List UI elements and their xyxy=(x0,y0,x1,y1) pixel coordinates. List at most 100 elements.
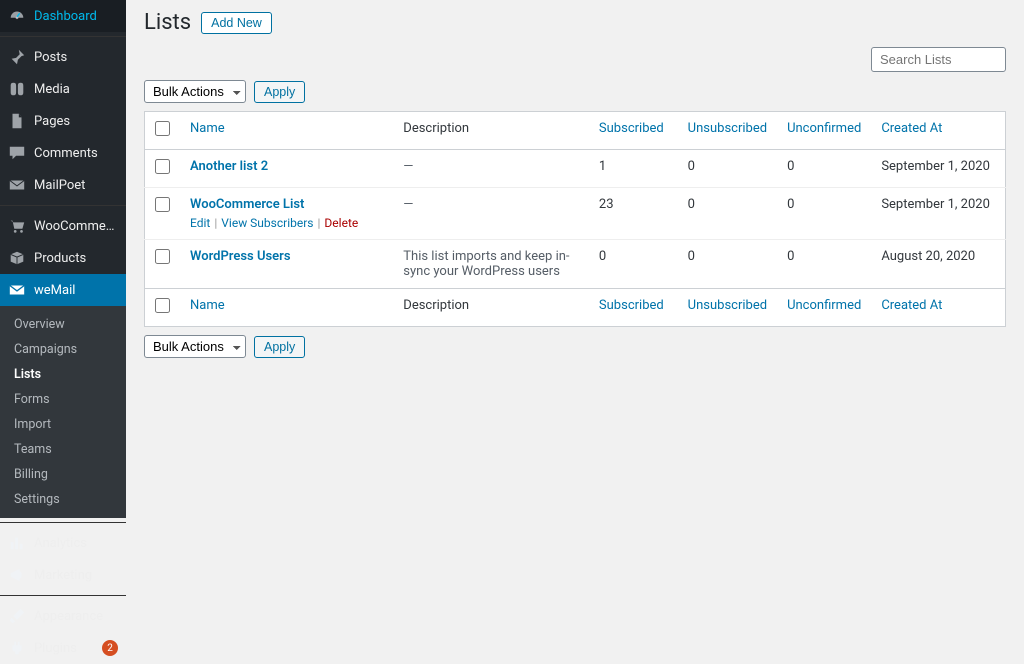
sidebar-item-comments[interactable]: Comments xyxy=(0,137,126,169)
cell-subscribed: 0 xyxy=(589,240,678,289)
col-subscribed[interactable]: Subscribed xyxy=(599,121,664,136)
cell-unsubscribed: 0 xyxy=(678,240,777,289)
cart-icon xyxy=(8,217,26,235)
sidebar-item-label: Comments xyxy=(34,146,118,161)
submenu-item-campaigns[interactable]: Campaigns xyxy=(0,337,126,362)
sidebar-item-wemail[interactable]: weMail xyxy=(0,274,126,306)
col-description-foot: Description xyxy=(403,298,469,313)
submenu-item-overview[interactable]: Overview xyxy=(0,312,126,337)
sidebar-item-label: Dashboard xyxy=(34,9,118,24)
submenu-item-teams[interactable]: Teams xyxy=(0,437,126,462)
plug-icon xyxy=(8,639,26,657)
sidebar-item-marketing[interactable]: Marketing xyxy=(0,559,126,591)
cell-description: This list imports and keep in-sync your … xyxy=(393,240,589,289)
row-checkbox[interactable] xyxy=(155,159,170,174)
cell-description: — xyxy=(393,150,589,188)
sidebar-item-products[interactable]: Products xyxy=(0,242,126,274)
row-view-subscribers[interactable]: View Subscribers xyxy=(221,216,313,230)
col-subscribed-foot[interactable]: Subscribed xyxy=(599,298,664,313)
apply-button-bottom[interactable]: Apply xyxy=(254,336,305,358)
sidebar-item-appearance[interactable]: Appearance xyxy=(0,600,126,632)
row-delete[interactable]: Delete xyxy=(324,216,358,230)
pin-icon xyxy=(8,48,26,66)
add-new-button[interactable]: Add New xyxy=(201,12,272,34)
cell-subscribed: 1 xyxy=(589,150,678,188)
col-unsubscribed[interactable]: Unsubscribed xyxy=(688,121,767,136)
sidebar-item-media[interactable]: Media xyxy=(0,73,126,105)
row-actions: Edit|View Subscribers|Delete xyxy=(190,216,383,230)
sidebar-item-label: Appearance xyxy=(34,609,118,624)
sidebar-item-label: weMail xyxy=(34,283,118,298)
sidebar-item-label: Plugins xyxy=(34,641,90,656)
mega-icon xyxy=(8,566,26,584)
chart-icon xyxy=(8,534,26,552)
sidebar-item-label: Analytics xyxy=(34,536,118,551)
cell-created: September 1, 2020 xyxy=(871,188,1005,240)
submenu-item-forms[interactable]: Forms xyxy=(0,387,126,412)
row-title-link[interactable]: WordPress Users xyxy=(190,249,291,264)
main-content: Lists Add New Bulk Actions Apply Name De… xyxy=(126,0,1024,515)
row-title-link[interactable]: Another list 2 xyxy=(190,159,268,174)
col-description: Description xyxy=(403,121,469,136)
brush-icon xyxy=(8,607,26,625)
sidebar-item-analytics[interactable]: Analytics xyxy=(0,527,126,559)
mail-icon xyxy=(8,176,26,194)
row-checkbox[interactable] xyxy=(155,249,170,264)
cell-description: — xyxy=(393,188,589,240)
cell-unconfirmed: 0 xyxy=(777,240,871,289)
apply-button-top[interactable]: Apply xyxy=(254,81,305,103)
sidebar-item-label: Posts xyxy=(34,50,118,65)
col-created[interactable]: Created At xyxy=(881,121,942,136)
search-input[interactable] xyxy=(871,47,1006,72)
media-icon xyxy=(8,80,26,98)
cell-unconfirmed: 0 xyxy=(777,188,871,240)
sidebar-item-plugins[interactable]: Plugins 2 xyxy=(0,632,126,664)
table-row: Another list 2—100September 1, 2020 xyxy=(145,150,1006,188)
col-name[interactable]: Name xyxy=(190,121,225,136)
envelope-icon xyxy=(8,281,26,299)
cell-created: August 20, 2020 xyxy=(871,240,1005,289)
update-badge: 2 xyxy=(102,640,118,656)
cell-created: September 1, 2020 xyxy=(871,150,1005,188)
table-row: WordPress Users This list imports and kee… xyxy=(145,240,1006,289)
page-title: Lists xyxy=(144,10,191,35)
bulk-actions-select-top[interactable]: Bulk Actions xyxy=(144,80,246,103)
bulk-actions-select-bottom[interactable]: Bulk Actions xyxy=(144,335,246,358)
sidebar-item-label: Marketing xyxy=(34,568,118,583)
submenu-item-settings[interactable]: Settings xyxy=(0,487,126,512)
col-unconfirmed-foot[interactable]: Unconfirmed xyxy=(787,298,861,313)
cell-unconfirmed: 0 xyxy=(777,150,871,188)
lists-table: Name Description Subscribed Unsubscribed… xyxy=(144,111,1006,327)
select-all-bottom[interactable] xyxy=(155,298,170,313)
submenu-item-lists[interactable]: Lists xyxy=(0,362,126,387)
col-created-foot[interactable]: Created At xyxy=(881,298,942,313)
sidebar-item-posts[interactable]: Posts xyxy=(0,41,126,73)
cell-unsubscribed: 0 xyxy=(678,188,777,240)
sidebar-item-label: Products xyxy=(34,251,118,266)
submenu-item-billing[interactable]: Billing xyxy=(0,462,126,487)
cell-unsubscribed: 0 xyxy=(678,150,777,188)
col-unsubscribed-foot[interactable]: Unsubscribed xyxy=(688,298,767,313)
page-icon xyxy=(8,112,26,130)
sidebar-item-label: MailPoet xyxy=(34,178,118,193)
sidebar-item-label: Media xyxy=(34,82,118,97)
sidebar-item-label: WooCommerce xyxy=(34,219,118,234)
sidebar-item-dashboard[interactable]: Dashboard xyxy=(0,0,126,32)
sidebar-item-label: Pages xyxy=(34,114,118,129)
select-all-top[interactable] xyxy=(155,121,170,136)
row-checkbox[interactable] xyxy=(155,197,170,212)
box-icon xyxy=(8,249,26,267)
dash-icon xyxy=(8,7,26,25)
row-title-link[interactable]: WooCommerce List xyxy=(190,197,304,212)
admin-sidebar: Dashboard Posts Media Pages Comments MailPoet… xyxy=(0,0,126,515)
comment-icon xyxy=(8,144,26,162)
sidebar-item-pages[interactable]: Pages xyxy=(0,105,126,137)
table-row: WooCommerce List Edit|View Subscribers|De… xyxy=(145,188,1006,240)
row-edit[interactable]: Edit xyxy=(190,216,210,230)
col-name-foot[interactable]: Name xyxy=(190,298,225,313)
sidebar-item-woocommerce[interactable]: WooCommerce xyxy=(0,210,126,242)
col-unconfirmed[interactable]: Unconfirmed xyxy=(787,121,861,136)
cell-subscribed: 23 xyxy=(589,188,678,240)
submenu-item-import[interactable]: Import xyxy=(0,412,126,437)
sidebar-item-mailpoet[interactable]: MailPoet xyxy=(0,169,126,201)
